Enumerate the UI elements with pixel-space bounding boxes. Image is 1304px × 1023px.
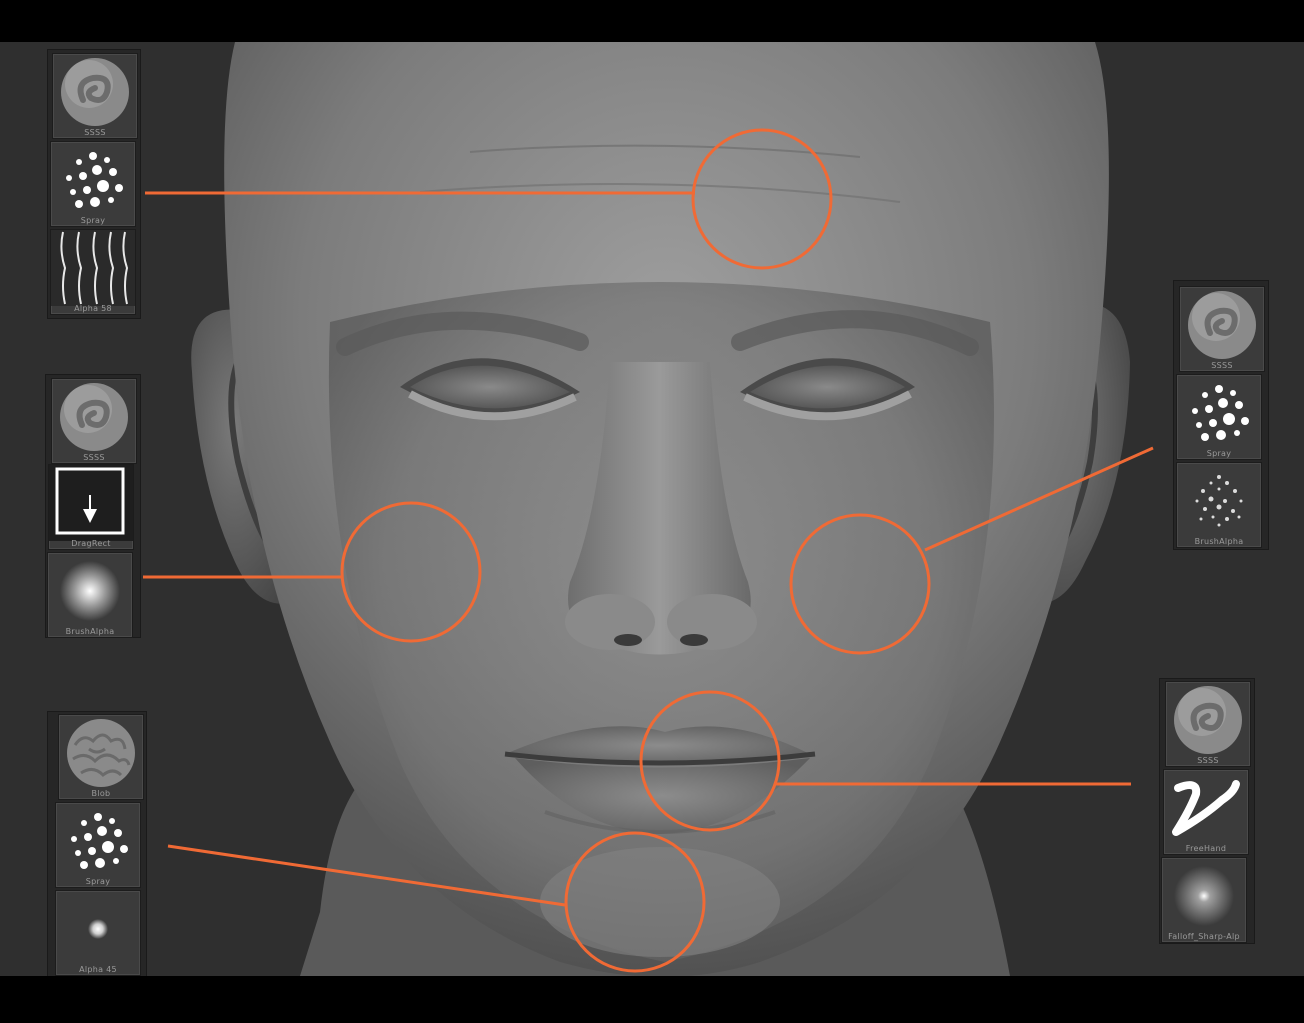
spray-stroke-icon: [1192, 385, 1249, 441]
alpha-label: Falloff_Sharp-Alp: [1168, 932, 1240, 941]
blob-material-icon: [67, 719, 135, 787]
alpha-falloff-icon: [1174, 866, 1234, 926]
viewport-canvas[interactable]: SSSS Spray Alpha 58 SSSS DragRect BrushA…: [0, 42, 1304, 976]
stroke-tile[interactable]: Spray: [55, 802, 141, 888]
stroke-label: FreeHand: [1185, 844, 1227, 853]
alpha-tile[interactable]: BrushAlpha: [47, 552, 133, 638]
material-tile[interactable]: SSSS: [1165, 681, 1251, 767]
alpha-falloff-icon: [78, 909, 118, 949]
brush-panel-right-cheek: SSSS Spray BrushAlpha: [1174, 281, 1268, 549]
stroke-tile[interactable]: Spray: [50, 141, 136, 227]
sculpt-viewport: [143, 42, 1154, 976]
material-tile[interactable]: SSSS: [52, 53, 138, 139]
material-label: SSSS: [1197, 756, 1219, 765]
stroke-label: DragRect: [71, 539, 111, 548]
material-tile[interactable]: Blob: [58, 714, 144, 800]
spray-stroke-icon: [71, 813, 128, 869]
alpha-falloff-icon: [60, 561, 120, 621]
stroke-tile[interactable]: DragRect: [48, 464, 134, 550]
stroke-tile[interactable]: FreeHand: [1163, 769, 1249, 855]
material-tile[interactable]: SSSS: [51, 378, 137, 464]
stroke-label: Spray: [80, 216, 106, 225]
alpha-tile[interactable]: Falloff_Sharp-Alp: [1161, 857, 1247, 943]
dragrect-stroke-icon: [49, 465, 133, 541]
wrinkle-alpha-icon: [51, 230, 135, 306]
brush-panel-lips: SSSS FreeHand Falloff_Sharp-Alp: [1160, 679, 1254, 943]
alpha-tile[interactable]: Alpha 58: [50, 229, 136, 315]
material-label: SSSS: [83, 453, 105, 462]
alpha-label: Alpha 58: [74, 304, 112, 313]
sphere-material-icon: [1188, 291, 1256, 359]
spray-stroke-icon: [66, 152, 123, 208]
material-label: SSSS: [1211, 361, 1233, 370]
stroke-label: Spray: [85, 877, 111, 886]
brush-panel-left-cheek: SSSS DragRect BrushAlpha: [46, 375, 140, 638]
dotted-alpha-icon: [1195, 475, 1243, 527]
material-label: Blob: [91, 789, 111, 798]
stroke-label: Spray: [1206, 449, 1232, 458]
sphere-material-icon: [1174, 686, 1242, 754]
alpha-label: BrushAlpha: [1194, 537, 1244, 546]
material-label: SSSS: [84, 128, 106, 137]
sphere-material-icon: [61, 58, 129, 126]
alpha-tile[interactable]: Alpha 45: [55, 890, 141, 976]
sphere-material-icon: [60, 383, 128, 451]
alpha-label: Alpha 45: [79, 965, 117, 974]
stroke-tile[interactable]: Spray: [1176, 374, 1262, 460]
alpha-tile[interactable]: BrushAlpha: [1176, 462, 1262, 548]
alpha-label: BrushAlpha: [65, 627, 115, 636]
brush-panel-chin: Blob Spray Alpha 45: [48, 712, 146, 976]
material-tile[interactable]: SSSS: [1179, 286, 1265, 372]
freehand-stroke-icon: [1172, 780, 1240, 836]
brush-panel-forehead: SSSS Spray Alpha 58: [48, 50, 140, 318]
